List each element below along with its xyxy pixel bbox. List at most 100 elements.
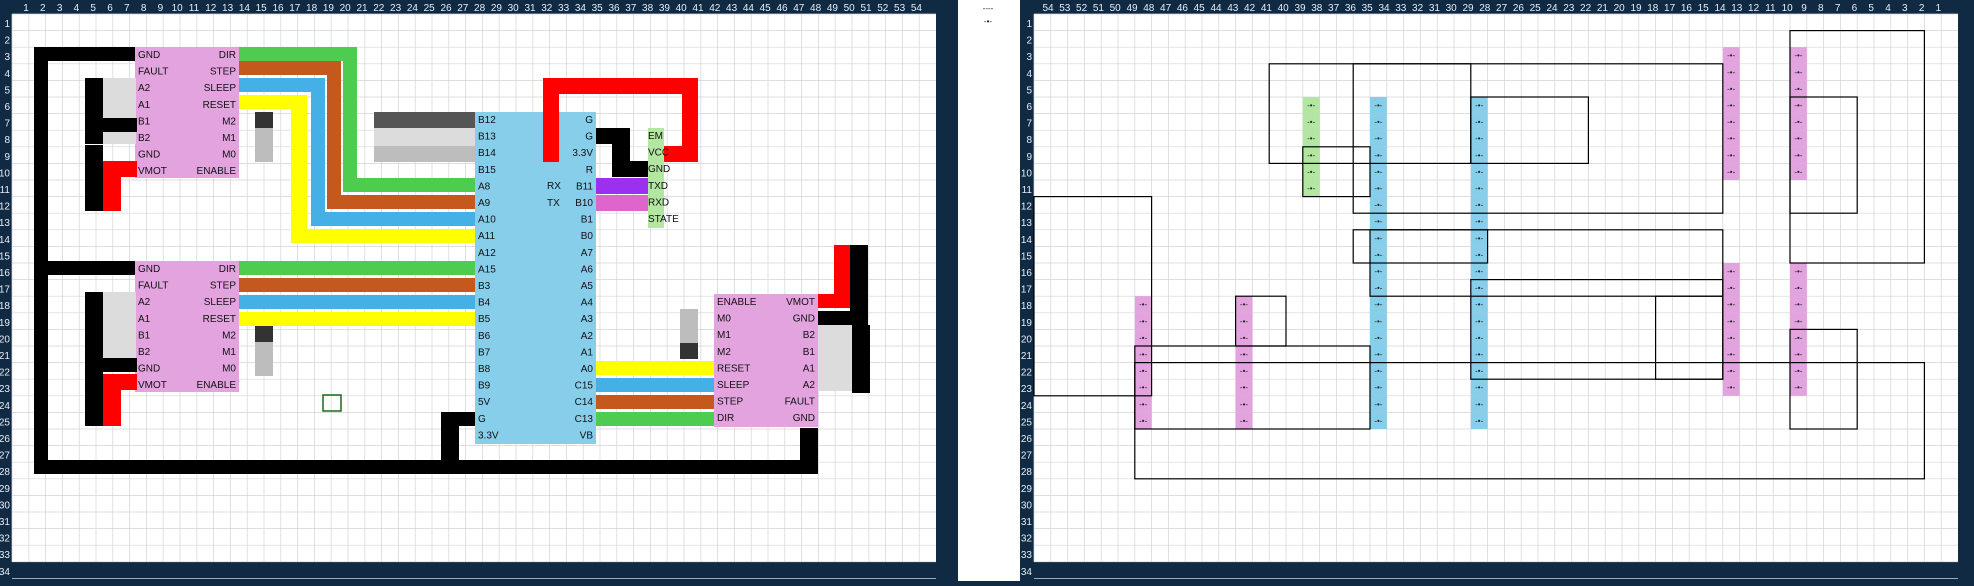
via-marker: -•- [1374,267,1382,276]
column-number: 2 [40,3,46,14]
via-marker: -•- [1240,400,1248,409]
mcu-pin-label: G [585,115,593,126]
column-number: 32 [541,3,553,14]
via-marker: -•- [1307,101,1315,110]
driver-pin-label: A2 [138,297,151,308]
row-number: 18 [0,301,10,312]
mcu-pin-label: B0 [581,231,594,242]
mcu-pin-label: A7 [581,248,594,259]
via-marker: -•- [1794,300,1802,309]
mcu-pin-label: G [478,414,486,425]
column-number: 3 [57,3,63,14]
driver-pin-label: RESET [203,100,236,111]
via-marker: -•- [1727,51,1735,60]
via-marker: -•- [1475,400,1483,409]
mcu-pin-label: B1 [581,215,594,226]
row-number: 11 [1022,185,1033,196]
via-marker: -•- [1139,383,1147,392]
mcu-pin-label: B7 [478,347,491,358]
via-marker: -•- [1475,250,1483,259]
row-number: 8 [1026,135,1032,146]
via-marker: -•- [1307,151,1315,160]
column-number: 23 [1563,3,1575,14]
driver-pin-label: B2 [803,330,816,341]
via-marker: -•- [1794,267,1802,276]
column-number: 27 [457,3,469,14]
column-number: 16 [272,3,284,14]
column-number: 25 [1530,3,1542,14]
row-number: 30 [0,500,10,511]
via-marker: -•- [1475,350,1483,359]
column-number: 19 [323,3,335,14]
column-number: 31 [1429,3,1441,14]
bluetooth-pin-label: TXD [648,181,668,192]
left-column-numbers: 1 2 3 4 5 6 7 8 9 10 11 12 13 14 15 16 17 18 19 20 21 22 23 24 2… [23,3,922,14]
via-marker: -•- [1475,317,1483,326]
via-marker: -•- [1727,118,1735,127]
via-marker: -•- [1240,383,1248,392]
column-number: 8 [1818,3,1824,14]
row-number: 10 [1021,168,1033,179]
column-number: 9 [1801,3,1807,14]
mcu-pin-label: C13 [575,414,594,425]
column-number: 6 [107,3,113,14]
via-marker: -•- [1727,134,1735,143]
via-marker: -•- [1475,151,1483,160]
mcu-pin-label: B10 [575,198,593,209]
mcu-pin-label: A8 [478,181,491,192]
via-marker: -•- [1794,333,1802,342]
via-marker: -•- [1475,416,1483,425]
column-number: 7 [124,3,130,14]
mcu-pin-label: A9 [478,198,491,209]
via-marker: -•- [1475,284,1483,293]
row-number: 13 [1021,218,1033,229]
microstep-jumpers-3 [680,309,698,359]
via-marker: -•- [1307,167,1315,176]
driver-pin-label: SLEEP [204,83,237,94]
row-number: 6 [1026,102,1032,113]
row-number: 33 [1021,550,1033,561]
legend-wire-symbol: ---- [983,4,994,13]
via-marker: -•- [1139,416,1147,425]
column-number: 46 [1177,3,1189,14]
driver-pin-label: VMOT [138,166,167,177]
row-number: 3 [1026,52,1032,63]
microstep-jumpers-2 [255,326,273,376]
driver-pin-label: DIR [219,264,236,275]
driver-pin-label: SLEEP [204,297,237,308]
via-marker: -•- [1475,101,1483,110]
microcontroller-board: B12 B13 B14 B15 A8 A9 A10 A11 A12 A15 B3 B4 B5 B6 B7 B8… [475,112,596,444]
column-number: 11 [1765,3,1776,14]
row-number: 25 [0,417,10,428]
mcu-pin-label: B15 [478,165,496,176]
via-marker: -•- [1374,350,1382,359]
row-number: 9 [1026,152,1032,163]
via-marker: -•- [1475,134,1483,143]
column-number: 38 [1311,3,1323,14]
column-number: 13 [222,3,234,14]
via-marker: -•- [1794,167,1802,176]
driver-pin-label: RESET [717,363,750,374]
mcu-pin-label: B8 [478,364,491,375]
via-marker: -•- [1794,151,1802,160]
driver-3: ENABLE M0 M1 M2 RESET SLEEP STEP DIR VMOT GND B2 B… [714,294,818,427]
driver-pin-label: FAULT [785,397,815,408]
mcu-pin-label: B4 [478,298,491,309]
column-number: 24 [407,3,419,14]
via-marker: -•- [1794,134,1802,143]
mcu-pin-label: A11 [478,231,495,242]
bluetooth-pin-label: VCC [648,148,669,159]
driver-pin-label: GND [793,314,815,325]
column-number: 12 [205,3,217,14]
row-number: 11 [0,185,10,196]
via-marker: -•- [1307,134,1315,143]
column-number: 51 [1093,3,1105,14]
mcu-pin-label: R [586,165,593,176]
mcu-tx-label: TX [547,198,560,209]
mcu-pin-label: B13 [478,132,496,143]
driver-pin-label: SLEEP [717,380,750,391]
column-number: 4 [74,3,80,14]
driver-pin-label: DIR [219,50,236,61]
row-number: 5 [4,85,10,96]
row-number: 4 [1026,69,1032,80]
